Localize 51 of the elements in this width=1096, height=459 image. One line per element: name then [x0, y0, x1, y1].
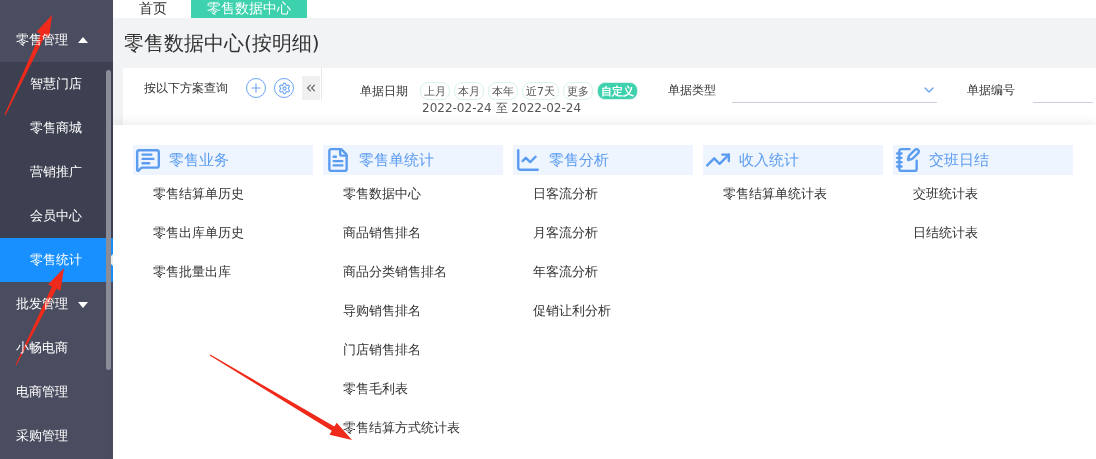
- menu-item[interactable]: 导购销售排名: [343, 303, 421, 320]
- tab[interactable]: 首页: [123, 0, 183, 18]
- menu-heading-text: 零售业务: [169, 150, 229, 170]
- menu-heading-text: 零售单统计: [359, 150, 434, 170]
- menu-item[interactable]: 交班统计表: [913, 186, 978, 203]
- plus-icon: [249, 81, 263, 95]
- menu-item[interactable]: 促销让利分析: [533, 303, 611, 320]
- date-chip[interactable]: 本年: [488, 82, 518, 100]
- menu-item[interactable]: 商品销售排名: [343, 225, 421, 242]
- date-range: 2022-02-24 至 2022-02-24: [422, 100, 583, 117]
- settings-icon: [277, 81, 291, 95]
- notebook-icon: [895, 147, 921, 173]
- message-icon: [135, 147, 161, 173]
- document-icon: [325, 147, 351, 173]
- date-chip[interactable]: 近7天: [522, 82, 559, 100]
- menu-item[interactable]: 日客流分析: [533, 186, 598, 203]
- date-chip[interactable]: 更多: [563, 82, 593, 100]
- menu-item[interactable]: 零售结算单统计表: [723, 186, 827, 203]
- collapse-button[interactable]: [302, 76, 320, 100]
- field-label: 单据日期: [360, 82, 408, 100]
- field-label: 单据类型: [668, 82, 716, 99]
- sidebar-subitem[interactable]: 零售商城: [0, 106, 113, 150]
- page-title: 零售数据中心(按明细): [123, 30, 321, 56]
- menu-item[interactable]: 零售毛利表: [343, 381, 408, 398]
- menu-item[interactable]: 零售出库单历史: [153, 225, 244, 242]
- double-chevron-left-icon: [304, 81, 318, 95]
- sidebar-item[interactable]: 电商管理: [16, 383, 68, 401]
- sidebar-item[interactable]: 采购管理: [16, 427, 68, 445]
- date-chip[interactable]: 本月: [454, 82, 484, 100]
- sidebar-subitem[interactable]: 会员中心: [0, 194, 113, 238]
- scheme-title: 按以下方案查询: [144, 79, 228, 97]
- scrollbar[interactable]: [106, 70, 111, 370]
- menu-item[interactable]: 商品分类销售排名: [343, 264, 447, 281]
- menu-item[interactable]: 日结统计表: [913, 225, 978, 242]
- date-chip[interactable]: 上月: [420, 82, 450, 100]
- menu-item[interactable]: 月客流分析: [533, 225, 598, 242]
- menu-item[interactable]: 零售批量出库: [153, 264, 231, 281]
- menu-item[interactable]: 门店销售排名: [343, 342, 421, 359]
- menu-heading-text: 收入统计: [739, 150, 799, 170]
- add-button[interactable]: [246, 78, 266, 98]
- menu-item[interactable]: 零售数据中心: [343, 186, 421, 203]
- menu-heading-text: 交班日结: [929, 150, 989, 170]
- settings-button[interactable]: [274, 78, 294, 98]
- sidebar-subitem[interactable]: 智慧门店: [0, 62, 113, 106]
- field-label: 单据编号: [967, 82, 1015, 99]
- menu-item[interactable]: 年客流分析: [533, 264, 598, 281]
- menu-item[interactable]: 零售结算单历史: [153, 186, 244, 203]
- menu-heading-text: 零售分析: [549, 150, 609, 170]
- line-chart-icon: [515, 147, 541, 173]
- menu-item[interactable]: 零售结算方式统计表: [343, 420, 460, 437]
- sidebar-subitem[interactable]: 营销推广: [0, 150, 113, 194]
